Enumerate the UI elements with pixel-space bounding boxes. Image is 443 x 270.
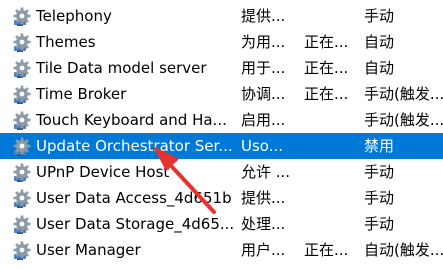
service-description: 允许 ... <box>241 163 291 181</box>
service-status: 正在... <box>304 33 349 51</box>
gear-icon <box>13 33 31 52</box>
service-name: Themes <box>36 33 96 51</box>
list-top-edge <box>0 0 443 4</box>
service-status: 正在... <box>304 85 349 103</box>
gear-icon <box>13 241 31 260</box>
service-name: User Manager <box>36 241 141 259</box>
service-startup-type: 自动(触发... <box>364 241 443 259</box>
gear-icon <box>13 215 31 234</box>
service-startup-type: 手动 <box>364 163 395 181</box>
service-row-time-broker[interactable]: Time Broker 协调... 正在... 手动(触发... <box>0 81 443 107</box>
gear-icon <box>13 85 31 104</box>
service-status: 正在... <box>304 241 349 259</box>
service-name: User Data Storage_4d65... <box>36 215 234 233</box>
service-name: Tile Data model server <box>36 59 207 77</box>
gear-icon <box>13 189 31 208</box>
service-startup-type: 手动(触发... <box>364 85 443 103</box>
service-status: 正在... <box>304 59 349 77</box>
gear-icon <box>13 59 31 78</box>
service-row-tile-data-model-server[interactable]: Tile Data model server 用于... 正在... 自动 <box>0 55 443 81</box>
service-row-telephony[interactable]: Telephony 提供... 手动 <box>0 3 443 29</box>
service-name: Telephony <box>36 7 112 25</box>
service-description: 处理... <box>241 215 286 233</box>
service-description: 协调... <box>241 85 286 103</box>
service-startup-type: 自动 <box>364 59 395 77</box>
service-name: Update Orchestrator Ser... <box>36 137 233 155</box>
service-startup-type: 手动 <box>364 189 395 207</box>
gear-icon <box>13 7 31 26</box>
gear-icon <box>13 163 31 182</box>
gear-icon <box>13 137 31 156</box>
service-name: Touch Keyboard and Ha... <box>36 111 227 129</box>
service-description: 提供... <box>241 7 286 25</box>
service-startup-type: 手动(触发... <box>364 111 443 129</box>
service-row-themes[interactable]: Themes 为用... 正在... 自动 <box>0 29 443 55</box>
service-description: Uso... <box>241 137 284 155</box>
service-row-user-data-access[interactable]: User Data Access_4d651b 提供... 手动 <box>0 185 443 211</box>
service-row-upnp-device-host[interactable]: UPnP Device Host 允许 ... 手动 <box>0 159 443 185</box>
service-description: 提供... <box>241 189 286 207</box>
service-description: 启用... <box>241 111 286 129</box>
service-row-user-manager[interactable]: User Manager 用户... 正在... 自动(触发... <box>0 237 443 263</box>
service-description: 为用... <box>241 33 286 51</box>
service-startup-type: 手动 <box>364 7 395 25</box>
service-description: 用于... <box>241 59 286 77</box>
service-name: UPnP Device Host <box>36 163 170 181</box>
service-startup-type: 手动 <box>364 215 395 233</box>
service-row-user-data-storage[interactable]: User Data Storage_4d65... 处理... 手动 <box>0 211 443 237</box>
service-row-touch-keyboard[interactable]: Touch Keyboard and Ha... 启用... 手动(触发... <box>0 107 443 133</box>
service-row-update-orchestrator[interactable]: Update Orchestrator Ser... Uso... 禁用 <box>0 133 443 159</box>
service-name: Time Broker <box>36 85 127 103</box>
gear-icon <box>13 111 31 130</box>
service-name: User Data Access_4d651b <box>36 189 232 207</box>
service-description: 用户... <box>241 241 286 259</box>
services-list: Telephony 提供... 手动 Themes 为用... 正在... 自动… <box>0 0 443 270</box>
service-startup-type: 自动 <box>364 33 395 51</box>
service-startup-type: 禁用 <box>364 137 395 155</box>
